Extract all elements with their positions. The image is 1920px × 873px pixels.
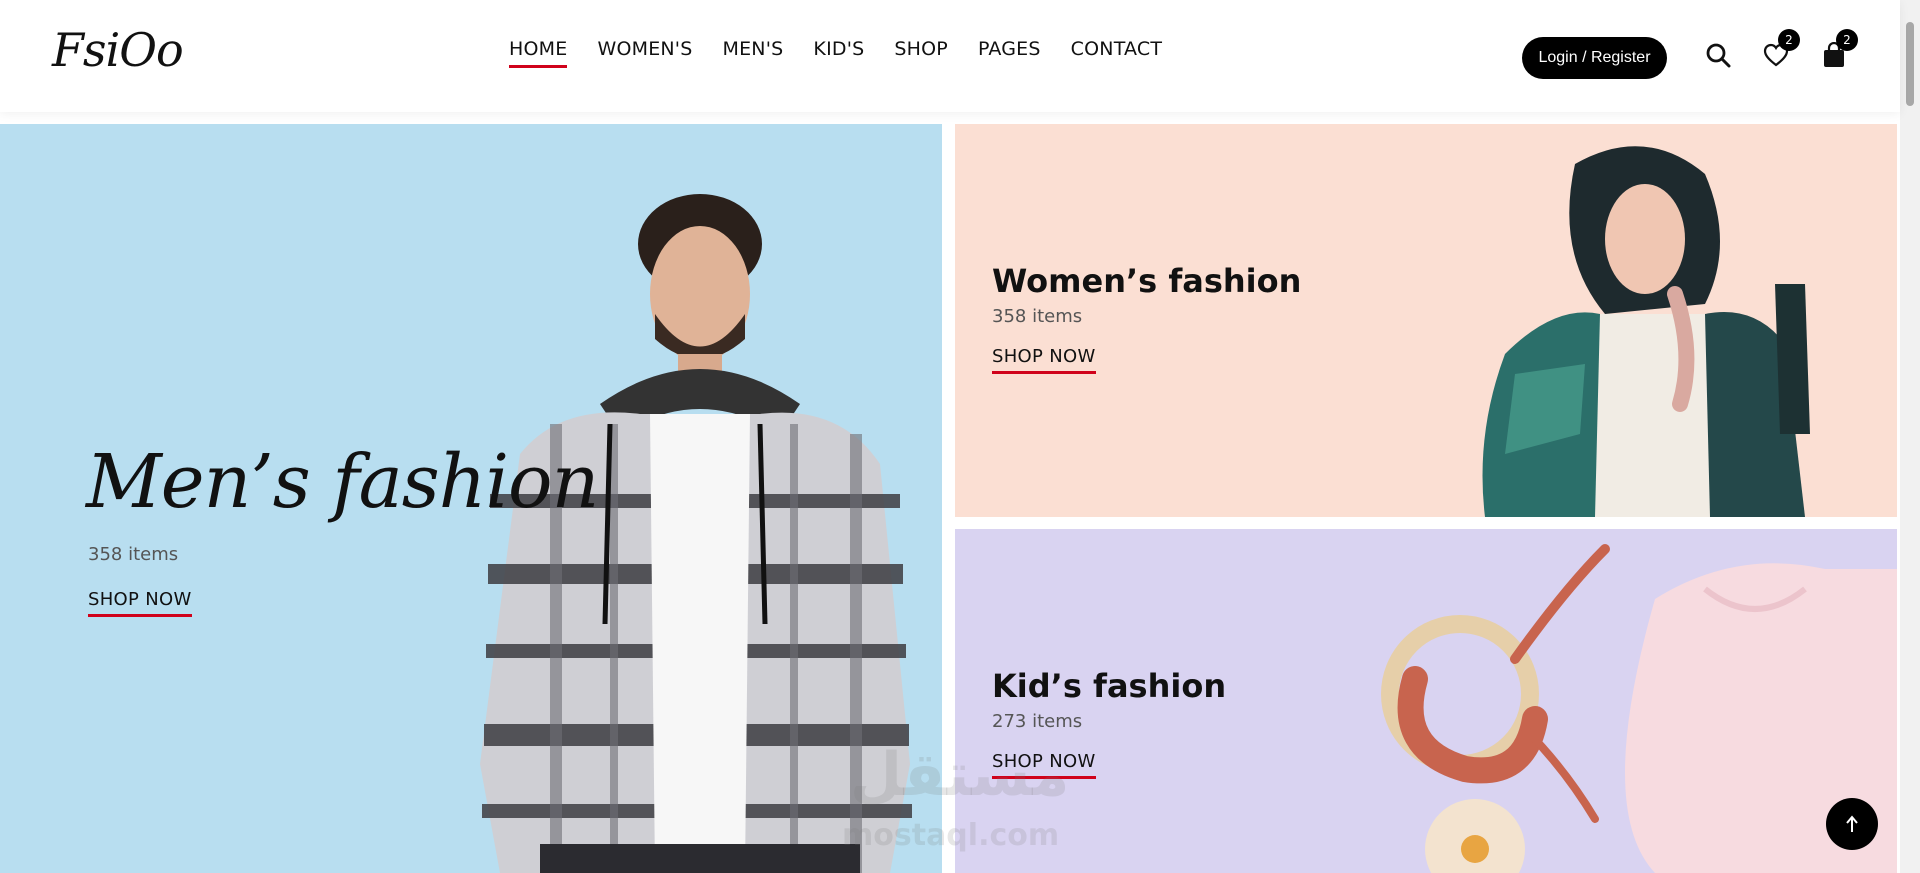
mens-banner-title: Men’s fashion [86, 439, 599, 525]
cart-count-badge: 2 [1836, 29, 1858, 51]
login-register-button[interactable]: Login / Register [1522, 37, 1667, 79]
kids-fashion-banner[interactable]: Kid’s fashion 273 items SHOP NOW [955, 529, 1897, 873]
wishlist-count-badge: 2 [1778, 29, 1800, 51]
womens-fashion-banner[interactable]: Women’s fashion 358 items SHOP NOW [955, 124, 1897, 517]
mens-item-count: 358 items [88, 544, 179, 565]
nav-contact[interactable]: CONTACT [1071, 38, 1163, 70]
arrow-up-icon [1846, 815, 1858, 832]
back-to-top-button[interactable] [1826, 798, 1878, 850]
scrollbar-thumb[interactable] [1906, 22, 1914, 106]
mens-shop-now-link[interactable]: SHOP NOW [88, 589, 192, 617]
nav-pages[interactable]: PAGES [978, 38, 1041, 70]
mens-fashion-banner[interactable]: Men’s fashion 358 items SHOP NOW [0, 124, 942, 873]
site-header: FsiOo HOME WOMEN'S MEN'S KID'S SHOP PAGE… [0, 0, 1900, 112]
womens-item-count: 358 items [992, 306, 1083, 327]
wishlist-button[interactable]: 2 [1758, 29, 1800, 73]
search-button[interactable] [1700, 37, 1736, 73]
watermark-arabic: مستقل [850, 740, 1070, 810]
kids-item-count: 273 items [992, 711, 1083, 732]
cart-button[interactable]: 2 [1816, 29, 1858, 73]
womens-banner-title: Women’s fashion [992, 262, 1302, 300]
nav-kids[interactable]: KID'S [813, 38, 864, 70]
main-nav: HOME WOMEN'S MEN'S KID'S SHOP PAGES CONT… [509, 38, 1192, 70]
watermark-latin: mostaql.com [842, 818, 1060, 853]
search-icon [1706, 43, 1731, 68]
page-scrollbar[interactable] [1900, 0, 1920, 873]
womens-shop-now-link[interactable]: SHOP NOW [992, 346, 1096, 374]
kids-products-image [1381, 544, 1897, 873]
nav-womens[interactable]: WOMEN'S [597, 38, 692, 70]
nav-shop[interactable]: SHOP [894, 38, 948, 70]
woman-model-image [1482, 146, 1810, 517]
nav-mens[interactable]: MEN'S [723, 38, 784, 70]
nav-home[interactable]: HOME [509, 38, 568, 70]
site-logo[interactable]: FsiOo [52, 22, 184, 78]
kids-banner-title: Kid’s fashion [992, 667, 1227, 705]
